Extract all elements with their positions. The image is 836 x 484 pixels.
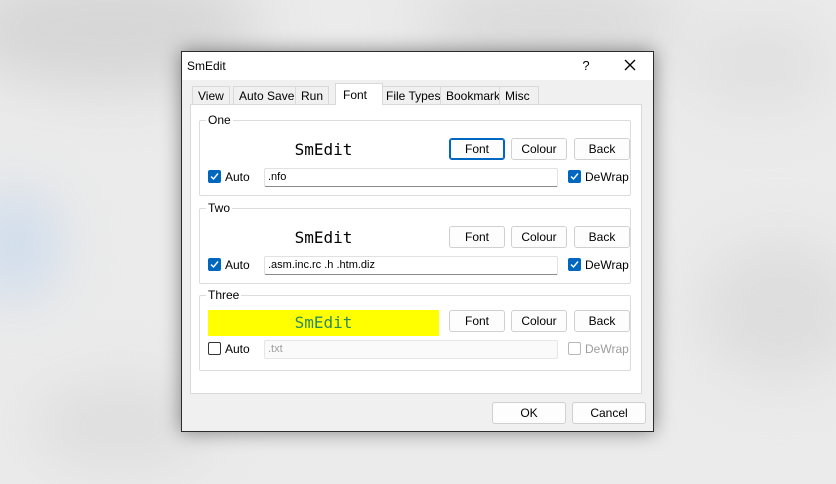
checkbox-checked-icon: [208, 170, 221, 184]
ok-button[interactable]: OK: [492, 402, 566, 424]
group-one: One SmEdit Font Colour Back Auto .nfo De…: [199, 113, 631, 196]
tab-file-types[interactable]: File Types: [380, 86, 447, 104]
tab-auto-save[interactable]: Auto Save: [233, 86, 301, 104]
font-sample-two: SmEdit: [208, 225, 439, 251]
auto-label-two: Auto: [225, 258, 250, 272]
tab-view[interactable]: View: [192, 86, 230, 104]
dewrap-checkbox-two[interactable]: DeWrap: [568, 258, 629, 274]
checkbox-checked-icon: [568, 170, 581, 184]
cancel-button[interactable]: Cancel: [572, 402, 646, 424]
font-button-three[interactable]: Font: [449, 310, 505, 332]
dewrap-checkbox-three[interactable]: DeWrap: [568, 342, 629, 358]
colour-button-two[interactable]: Colour: [511, 226, 567, 248]
extensions-input-two[interactable]: .asm.inc.rc .h .htm.diz: [264, 256, 558, 275]
close-button[interactable]: [618, 56, 642, 76]
auto-checkbox-one[interactable]: Auto: [208, 170, 250, 186]
tab-misc[interactable]: Misc: [499, 86, 539, 104]
font-sample-one: SmEdit: [208, 137, 439, 163]
font-button-one[interactable]: Font: [449, 138, 505, 160]
back-button-two[interactable]: Back: [574, 226, 630, 248]
auto-checkbox-two[interactable]: Auto: [208, 258, 250, 274]
colour-button-three[interactable]: Colour: [511, 310, 567, 332]
dewrap-label-one: DeWrap: [585, 170, 629, 184]
extensions-input-three[interactable]: .txt: [264, 340, 558, 359]
group-two-title: Two: [206, 201, 233, 215]
checkbox-checked-icon: [208, 258, 221, 272]
close-icon: [624, 59, 636, 71]
checkbox-unchecked-icon: [208, 342, 221, 356]
auto-label-three: Auto: [225, 342, 250, 356]
group-one-title: One: [206, 113, 233, 127]
font-settings-dialog: SmEdit ? View Auto Save Run Font File Ty…: [181, 51, 654, 432]
dialog-title: SmEdit: [187, 59, 226, 73]
checkbox-unchecked-icon: [568, 342, 581, 356]
tab-bookmark[interactable]: Bookmark: [440, 86, 507, 104]
auto-label-one: Auto: [225, 170, 250, 184]
title-bar: SmEdit ?: [182, 52, 653, 80]
tab-run[interactable]: Run: [295, 86, 330, 104]
group-three-title: Three: [206, 288, 242, 302]
font-sample-three: SmEdit: [208, 310, 439, 336]
dewrap-checkbox-one[interactable]: DeWrap: [568, 170, 629, 186]
group-two: Two SmEdit Font Colour Back Auto .asm.in…: [199, 201, 631, 284]
extensions-input-one[interactable]: .nfo: [264, 168, 558, 187]
help-button[interactable]: ?: [576, 56, 596, 76]
dewrap-label-three: DeWrap: [585, 342, 629, 356]
back-button-one[interactable]: Back: [574, 138, 630, 160]
dewrap-label-two: DeWrap: [585, 258, 629, 272]
checkbox-checked-icon: [568, 258, 581, 272]
font-tab-panel: One SmEdit Font Colour Back Auto .nfo De…: [190, 104, 642, 394]
group-three: Three SmEdit Font Colour Back Auto .txt …: [199, 288, 631, 371]
tab-font[interactable]: Font: [335, 83, 383, 105]
colour-button-one[interactable]: Colour: [511, 138, 567, 160]
auto-checkbox-three[interactable]: Auto: [208, 342, 250, 358]
back-button-three[interactable]: Back: [574, 310, 630, 332]
font-button-two[interactable]: Font: [449, 226, 505, 248]
